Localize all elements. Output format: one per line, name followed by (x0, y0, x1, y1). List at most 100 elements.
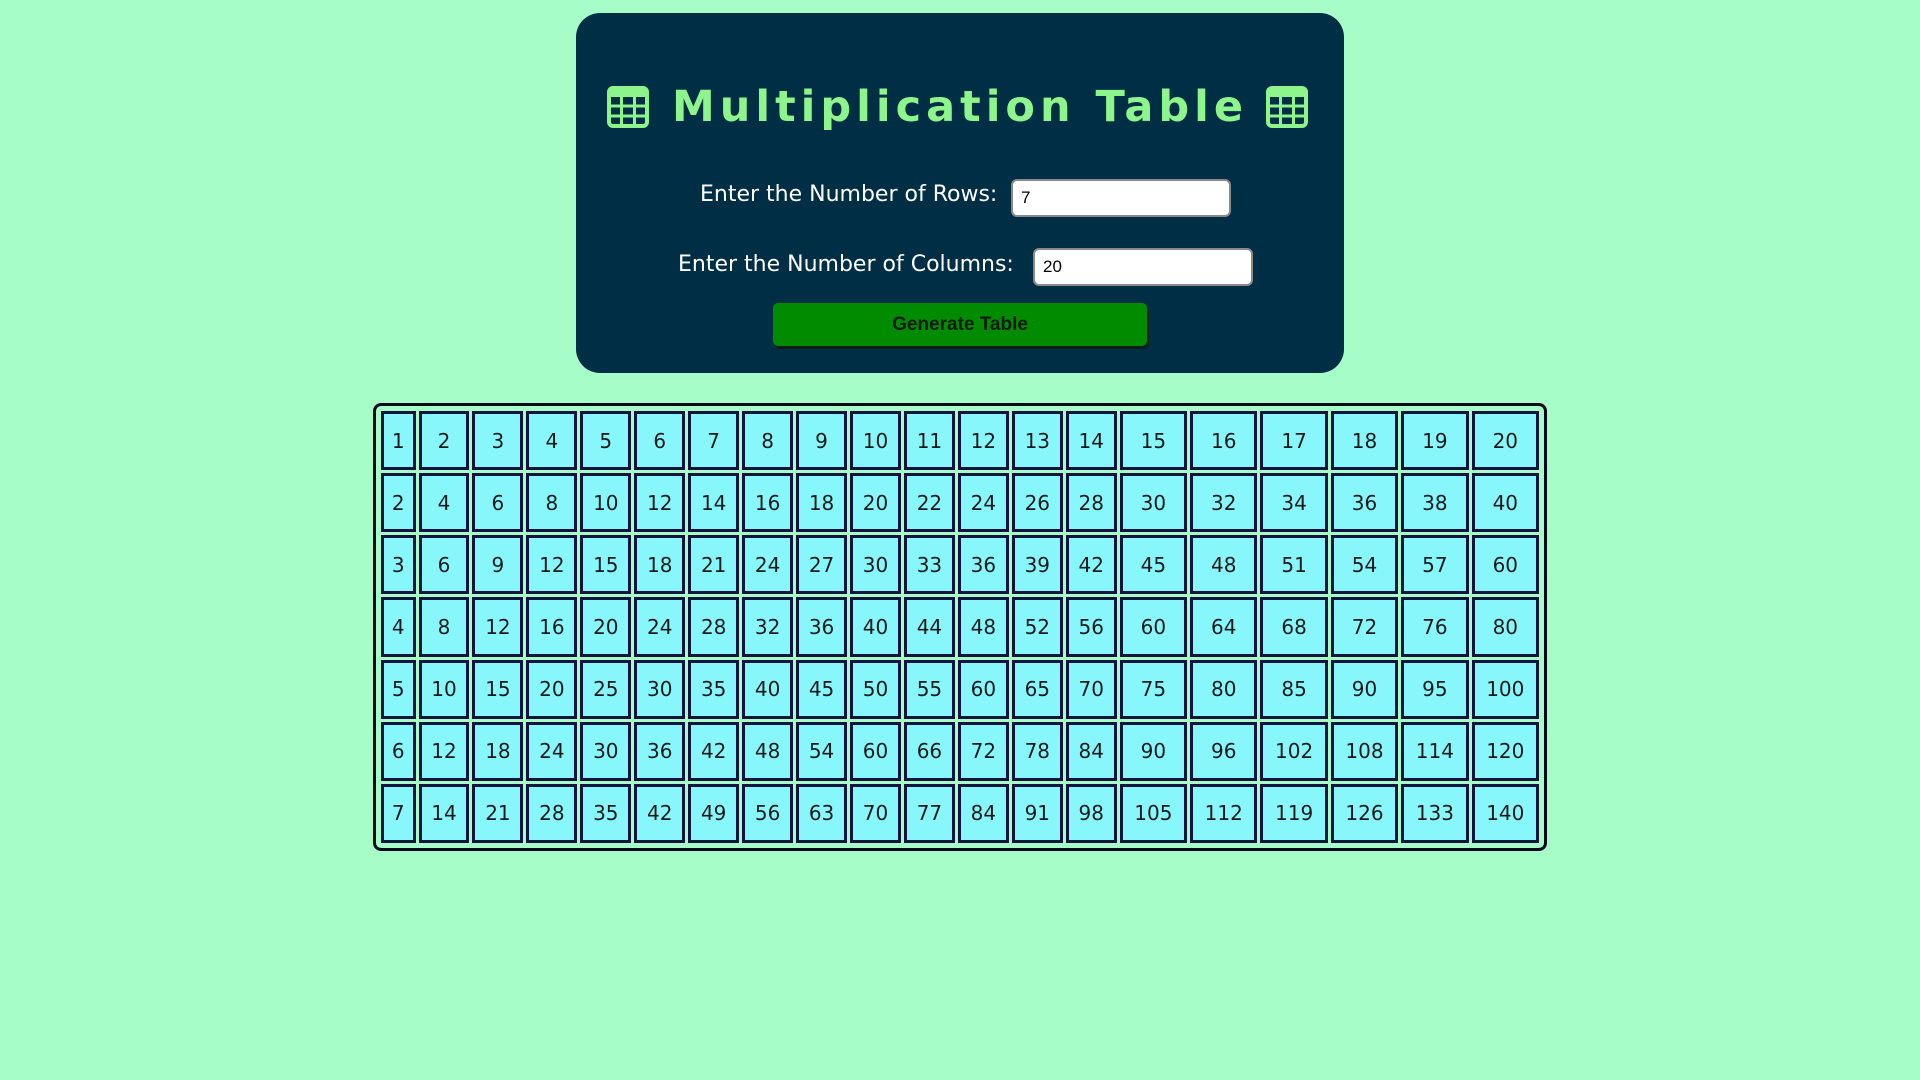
table-cell: 7 (381, 783, 416, 843)
table-cell: 55 (903, 659, 955, 719)
table-cell: 76 (1401, 597, 1469, 657)
columns-label: Enter the Number of Columns: (678, 252, 1014, 277)
table-cell: 6 (634, 411, 686, 471)
table-cell: 68 (1260, 597, 1328, 657)
rows-field-row: Enter the Number of Rows: (576, 175, 1344, 217)
table-cell: 30 (1119, 473, 1188, 533)
table-cell: 78 (1011, 721, 1063, 781)
table-cell: 24 (526, 721, 578, 781)
table-cell: 18 (1330, 411, 1399, 471)
table-cell: 60 (957, 659, 1009, 719)
table-cell: 108 (1330, 721, 1399, 781)
table-cell: 77 (903, 783, 955, 843)
table-cell: 40 (850, 597, 901, 657)
table-cell: 60 (1471, 535, 1539, 595)
table-cell: 42 (688, 721, 740, 781)
table-cell: 42 (634, 783, 686, 843)
table-row: 7 14 21 28 35 42 49 56 63 70 77 84 91 98 105 112 119 126 1… (381, 783, 1539, 843)
table-cell: 2 (418, 411, 470, 471)
table-cell: 1 (381, 411, 416, 471)
table-cell: 45 (796, 659, 848, 719)
table-cell: 8 (526, 473, 578, 533)
table-cell: 33 (903, 535, 955, 595)
table-cell: 32 (742, 597, 794, 657)
table-cell: 30 (634, 659, 686, 719)
table-cell: 12 (957, 411, 1009, 471)
table-cell: 27 (796, 535, 848, 595)
table-cell: 75 (1119, 659, 1188, 719)
table-cell: 24 (957, 473, 1009, 533)
table-cell: 30 (850, 535, 901, 595)
table-cell: 14 (418, 783, 470, 843)
generate-table-button[interactable]: Generate Table (773, 303, 1147, 346)
table-cell: 51 (1260, 535, 1328, 595)
table-cell: 4 (526, 411, 578, 471)
table-cell: 15 (1119, 411, 1188, 471)
table-cell: 11 (903, 411, 955, 471)
table-cell: 16 (526, 597, 578, 657)
table-row: 5 10 15 20 25 30 35 40 45 50 55 60 65 70 75 80 85 90 95 100 (381, 659, 1539, 719)
control-panel: Multiplication Table Enter the Number of… (576, 13, 1344, 373)
table-cell: 5 (580, 411, 632, 471)
table-cell: 21 (688, 535, 740, 595)
table-cell: 16 (742, 473, 794, 533)
table-cell: 14 (1065, 411, 1117, 471)
table-cell: 10 (850, 411, 901, 471)
table-cell: 36 (634, 721, 686, 781)
table-cell: 21 (472, 783, 524, 843)
title-row: Multiplication Table (576, 75, 1344, 139)
table-cell: 65 (1011, 659, 1063, 719)
table-cell: 40 (1471, 473, 1539, 533)
table-cell: 105 (1119, 783, 1188, 843)
table-cell: 80 (1471, 597, 1539, 657)
table-cell: 63 (796, 783, 848, 843)
table-cell: 3 (472, 411, 524, 471)
table-cell: 8 (742, 411, 794, 471)
table-cell: 50 (850, 659, 901, 719)
table-cell: 85 (1260, 659, 1328, 719)
table-cell: 64 (1190, 597, 1258, 657)
table-cell: 20 (1471, 411, 1539, 471)
table-cell: 72 (957, 721, 1009, 781)
table-cell: 28 (1065, 473, 1117, 533)
table-cell: 28 (526, 783, 578, 843)
table-cell: 84 (1065, 721, 1117, 781)
table-cell: 6 (381, 721, 416, 781)
table-cell: 4 (418, 473, 470, 533)
table-cell: 32 (1190, 473, 1258, 533)
table-cell: 8 (418, 597, 470, 657)
table-cell: 56 (742, 783, 794, 843)
rows-input[interactable] (1011, 179, 1231, 217)
table-cell: 18 (472, 721, 524, 781)
table-cell: 100 (1471, 659, 1539, 719)
table-cell: 98 (1065, 783, 1117, 843)
table-cell: 3 (381, 535, 416, 595)
table-cell: 16 (1190, 411, 1258, 471)
table-row: 6 12 18 24 30 36 42 48 54 60 66 72 78 84 90 96 102 108 114… (381, 721, 1539, 781)
multiplication-table-body: 1 2 3 4 5 6 7 8 9 10 11 12 13 14 15 16 17 18 19 20 2 4 6 8 10 12 1… (381, 411, 1539, 843)
table-cell: 60 (850, 721, 901, 781)
table-cell: 18 (796, 473, 848, 533)
table-cell: 140 (1471, 783, 1539, 843)
columns-input[interactable] (1033, 248, 1253, 286)
table-row: 4 8 12 16 20 24 28 32 36 40 44 48 52 56 60 64 68 72 76 80 (381, 597, 1539, 657)
table-cell: 84 (957, 783, 1009, 843)
table-cell: 2 (381, 473, 416, 533)
table-cell: 28 (688, 597, 740, 657)
multiplication-table: 1 2 3 4 5 6 7 8 9 10 11 12 13 14 15 16 17 18 19 20 2 4 6 8 10 12 1… (378, 408, 1542, 846)
table-cell: 36 (1330, 473, 1399, 533)
table-grid-icon (1266, 86, 1308, 128)
table-cell: 90 (1119, 721, 1188, 781)
table-cell: 12 (472, 597, 524, 657)
table-cell: 22 (903, 473, 955, 533)
table-cell: 45 (1119, 535, 1188, 595)
table-cell: 40 (742, 659, 794, 719)
table-cell: 114 (1401, 721, 1469, 781)
table-cell: 9 (796, 411, 848, 471)
table-cell: 5 (381, 659, 416, 719)
table-cell: 48 (957, 597, 1009, 657)
table-cell: 66 (903, 721, 955, 781)
table-cell: 6 (472, 473, 524, 533)
table-cell: 24 (742, 535, 794, 595)
table-cell: 20 (580, 597, 632, 657)
